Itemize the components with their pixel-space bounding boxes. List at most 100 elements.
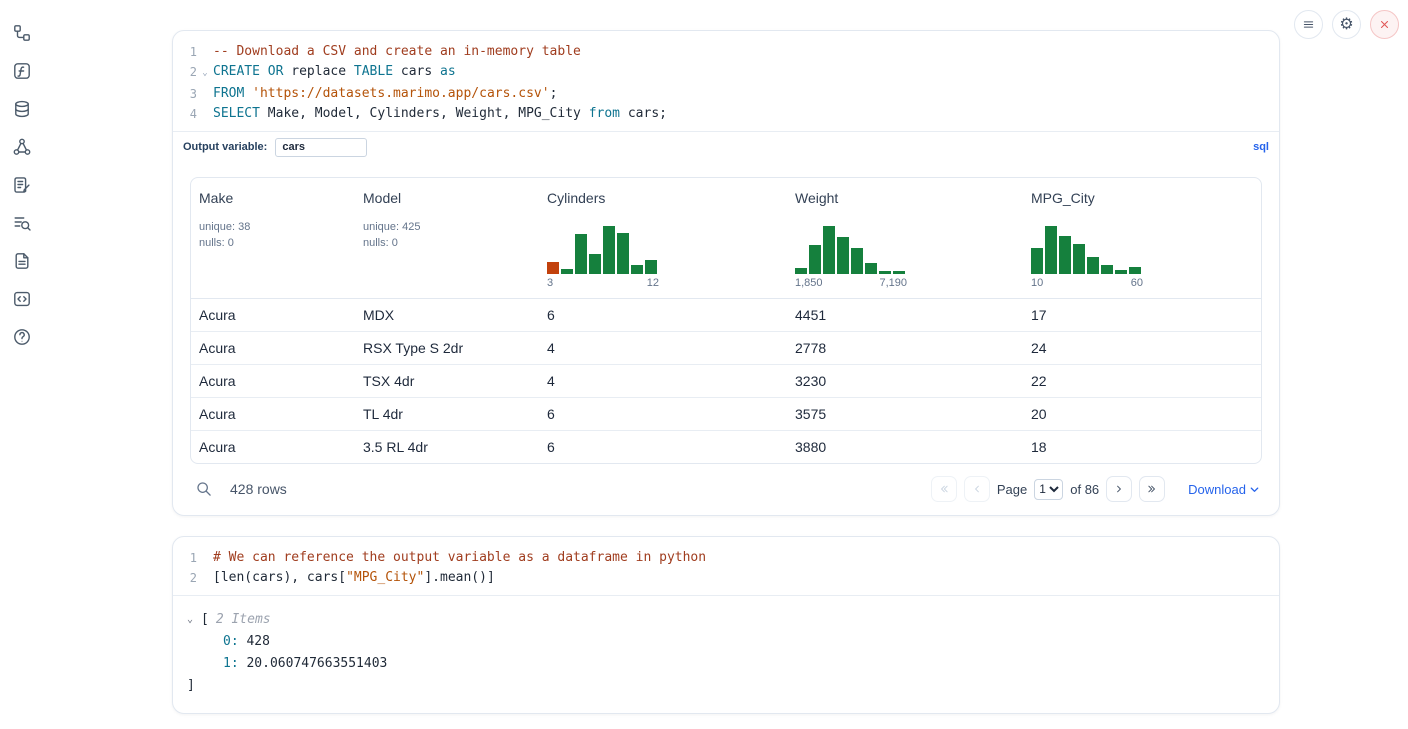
table-cell: 3230: [787, 365, 1023, 397]
file-tree-icon[interactable]: [11, 22, 33, 44]
histogram-bar[interactable]: [893, 271, 905, 274]
histogram-bar[interactable]: [1059, 236, 1071, 274]
table-cell: 24: [1023, 332, 1261, 364]
rows-count: 428 rows: [230, 481, 287, 497]
page-select[interactable]: 1: [1034, 479, 1063, 500]
function-icon[interactable]: [11, 60, 33, 82]
histogram-bar[interactable]: [589, 254, 601, 274]
code-line[interactable]: 4SELECT Make, Model, Cylinders, Weight, …: [173, 104, 1279, 124]
shutdown-button[interactable]: [1370, 10, 1399, 39]
histogram-bar[interactable]: [851, 248, 863, 274]
python-code-editor[interactable]: 1# We can reference the output variable …: [173, 537, 1279, 596]
column-label: Model: [363, 190, 531, 206]
result-item-value: 428: [239, 634, 270, 649]
column-header-weight[interactable]: Weight 1,850 7,190: [787, 178, 1023, 298]
histogram-bar[interactable]: [1101, 265, 1113, 274]
histogram-bar[interactable]: [809, 245, 821, 274]
logs-icon[interactable]: [11, 212, 33, 234]
snippets-icon[interactable]: [11, 288, 33, 310]
table-header-row: Make unique: 38 nulls: 0 Model unique: 4…: [191, 178, 1261, 299]
histogram-bar[interactable]: [1087, 257, 1099, 274]
histogram-axis-labels: 10 60: [1031, 277, 1143, 289]
histogram-bar[interactable]: [795, 268, 807, 274]
sql-cell: 1-- Download a CSV and create an in-memo…: [172, 30, 1280, 516]
code-line[interactable]: 1-- Download a CSV and create an in-memo…: [173, 42, 1279, 62]
table-row[interactable]: AcuraTSX 4dr4323022: [191, 364, 1261, 397]
histogram-bar[interactable]: [631, 265, 643, 274]
histogram-bars: [547, 224, 659, 274]
nulls-stat: nulls: 0: [363, 235, 531, 251]
download-button[interactable]: Download: [1188, 482, 1260, 497]
axis-min-label: 1,850: [795, 277, 823, 289]
dependency-graph-icon[interactable]: [11, 136, 33, 158]
gutter-spacer: [197, 42, 213, 62]
table-row[interactable]: Acura3.5 RL 4dr6388018: [191, 430, 1261, 463]
code-line[interactable]: 2[len(cars), cars["MPG_City"].mean()]: [173, 568, 1279, 588]
histogram-bar[interactable]: [865, 263, 877, 274]
output-variable-input[interactable]: [275, 138, 367, 157]
first-page-button[interactable]: [931, 476, 957, 502]
chevron-down-icon[interactable]: ⌄: [187, 609, 201, 631]
histogram-bar[interactable]: [837, 237, 849, 274]
sql-editor-footer: Output variable: sql: [173, 131, 1279, 162]
top-controls: ⚙: [1294, 10, 1399, 39]
gear-icon: ⚙: [1339, 17, 1353, 33]
histogram-bar[interactable]: [1129, 267, 1141, 274]
column-header-mpg-city[interactable]: MPG_City 10 60: [1023, 178, 1261, 298]
table-cell: Acura: [191, 398, 355, 430]
settings-button[interactable]: ⚙: [1332, 10, 1361, 39]
table-cell: 20: [1023, 398, 1261, 430]
table-cell: 3575: [787, 398, 1023, 430]
scratchpad-icon[interactable]: [11, 174, 33, 196]
histogram-bar[interactable]: [603, 226, 615, 274]
table-cell: 3.5 RL 4dr: [355, 431, 539, 463]
histogram-bar[interactable]: [1115, 270, 1127, 274]
histogram-bar[interactable]: [879, 271, 891, 274]
histogram-bar[interactable]: [823, 226, 835, 274]
column-header-make[interactable]: Make unique: 38 nulls: 0: [191, 178, 355, 298]
help-icon[interactable]: [11, 326, 33, 348]
code-text: FROM 'https://datasets.marimo.app/cars.c…: [213, 84, 557, 104]
language-badge[interactable]: sql: [1253, 141, 1269, 153]
table-cell: 6: [539, 398, 787, 430]
table-cell: TSX 4dr: [355, 365, 539, 397]
database-icon[interactable]: [11, 98, 33, 120]
menu-button[interactable]: [1294, 10, 1323, 39]
histogram-bar[interactable]: [575, 234, 587, 274]
histogram-bar[interactable]: [1045, 226, 1057, 274]
code-text: [len(cars), cars["MPG_City"].mean()]: [213, 568, 495, 588]
table-row[interactable]: AcuraRSX Type S 2dr4277824: [191, 331, 1261, 364]
table-row[interactable]: AcuraTL 4dr6357520: [191, 397, 1261, 430]
column-header-model[interactable]: Model unique: 425 nulls: 0: [355, 178, 539, 298]
table-body: AcuraMDX6445117AcuraRSX Type S 2dr427782…: [191, 299, 1261, 463]
fold-chevron-icon[interactable]: ⌄: [197, 62, 213, 84]
last-page-button[interactable]: [1139, 476, 1165, 502]
histogram-bar[interactable]: [1073, 244, 1085, 274]
code-line[interactable]: 1# We can reference the output variable …: [173, 548, 1279, 568]
histogram-bar[interactable]: [617, 233, 629, 274]
code-line[interactable]: 2⌄CREATE OR replace TABLE cars as: [173, 62, 1279, 84]
histogram-bar[interactable]: [645, 260, 657, 274]
table-cell: Acura: [191, 332, 355, 364]
table-row[interactable]: AcuraMDX6445117: [191, 299, 1261, 331]
next-page-button[interactable]: [1106, 476, 1132, 502]
data-table: Make unique: 38 nulls: 0 Model unique: 4…: [190, 177, 1262, 464]
pagination: Page 1 of 86 Download: [931, 476, 1260, 502]
column-header-cylinders[interactable]: Cylinders 3 12: [539, 178, 787, 298]
table-cell: 18: [1023, 431, 1261, 463]
search-button[interactable]: [192, 477, 216, 501]
previous-page-button[interactable]: [964, 476, 990, 502]
cylinders-histogram: 3 12: [547, 224, 659, 289]
table-footer: 428 rows Page 1 of 86: [190, 464, 1262, 502]
page-of-label: of 86: [1070, 482, 1099, 497]
histogram-bar[interactable]: [1031, 248, 1043, 274]
histogram-bar[interactable]: [561, 269, 573, 274]
code-line[interactable]: 3FROM 'https://datasets.marimo.app/cars.…: [173, 84, 1279, 104]
histogram-bar[interactable]: [547, 262, 559, 274]
histogram-axis-labels: 1,850 7,190: [795, 277, 907, 289]
sql-code-editor[interactable]: 1-- Download a CSV and create an in-memo…: [173, 31, 1279, 131]
histogram-bars: [1031, 224, 1143, 274]
close-icon: [1377, 17, 1392, 32]
documentation-icon[interactable]: [11, 250, 33, 272]
axis-max-label: 12: [647, 277, 659, 289]
